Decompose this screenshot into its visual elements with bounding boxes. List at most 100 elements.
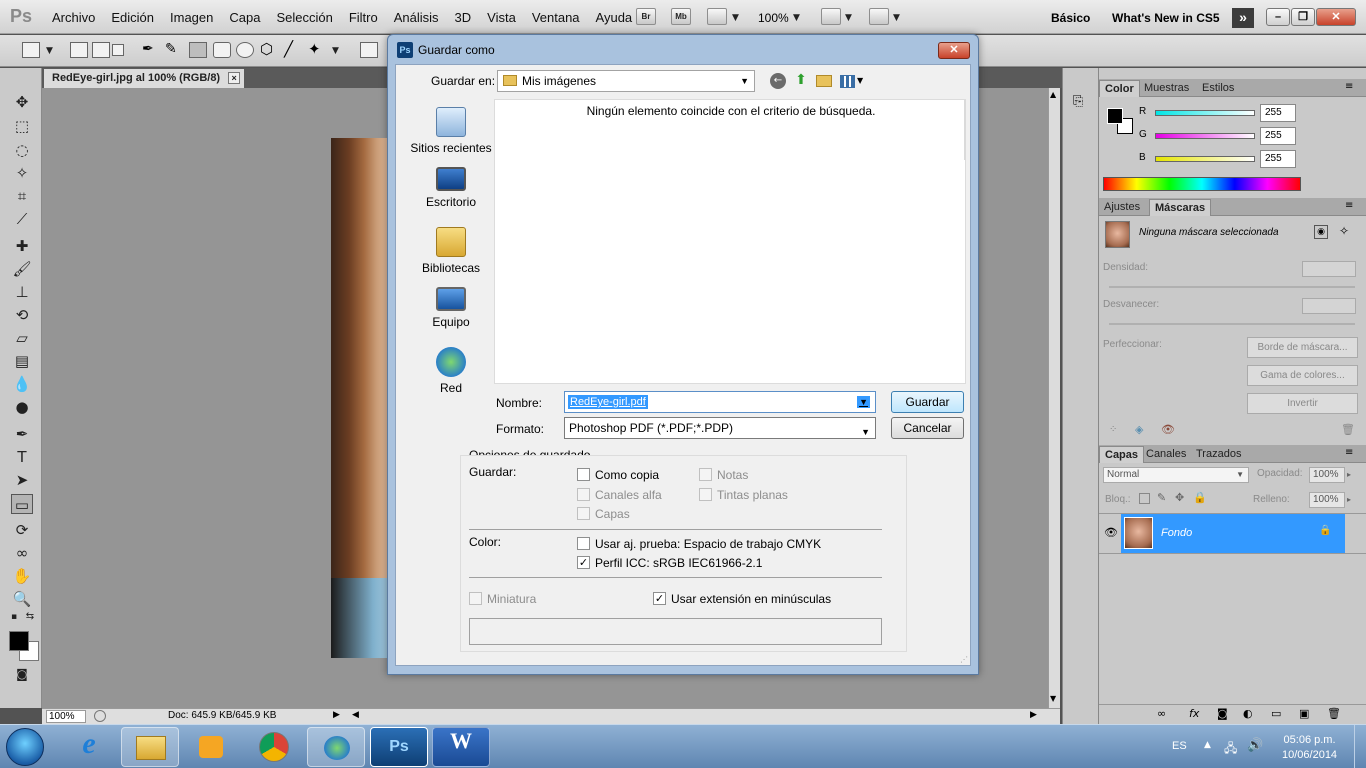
delete-layer-icon[interactable]: 🗑 bbox=[1327, 707, 1341, 720]
status-info-icon[interactable] bbox=[94, 710, 106, 722]
blur-icon[interactable]: 💧 bbox=[11, 374, 33, 394]
close-button[interactable]: ✕ bbox=[1316, 8, 1356, 26]
scroll-down-icon[interactable]: ▼ bbox=[1050, 694, 1056, 703]
channel-r-value[interactable]: 255 bbox=[1260, 104, 1296, 122]
swap-colors-icon[interactable]: ⇆ bbox=[24, 611, 36, 623]
save-in-select[interactable]: Mis imágenes ▼ bbox=[497, 70, 755, 92]
path-selection-icon[interactable]: ➤ bbox=[11, 470, 33, 490]
extras-button[interactable] bbox=[707, 8, 727, 25]
zoom-level-select[interactable]: 100% bbox=[758, 11, 789, 25]
disable-mask-icon[interactable]: 👁 bbox=[1161, 423, 1175, 436]
minimize-button[interactable]: – bbox=[1266, 8, 1290, 26]
chevron-down-icon[interactable]: ▼ bbox=[46, 46, 53, 56]
messenger-taskbar-button[interactable] bbox=[307, 727, 365, 767]
chevron-down-icon[interactable]: ▼ bbox=[732, 13, 739, 23]
tab-trazados[interactable]: Trazados bbox=[1191, 446, 1246, 463]
bridge-button[interactable]: Br bbox=[636, 8, 656, 25]
word-taskbar-button[interactable]: W bbox=[432, 727, 490, 767]
custom-shape-icon[interactable]: ✦ bbox=[308, 42, 326, 58]
media-player-taskbar-button[interactable] bbox=[182, 727, 240, 767]
chevron-down-icon[interactable]: ▼ bbox=[845, 13, 852, 23]
paths-icon[interactable] bbox=[92, 42, 110, 58]
fill-pixels-icon[interactable] bbox=[112, 44, 124, 56]
move-tool-icon[interactable]: ✥ bbox=[11, 92, 33, 112]
network-tray-icon[interactable]: 🖧 bbox=[1224, 739, 1237, 760]
tool-preset-icon[interactable] bbox=[22, 42, 40, 58]
chevron-down-icon[interactable]: ▼ bbox=[793, 13, 800, 23]
eyedropper-icon[interactable]: ⟋ bbox=[11, 209, 33, 229]
system-clock[interactable]: 05:06 p.m. 10/06/2014 bbox=[1282, 733, 1337, 763]
menu-filtro[interactable]: Filtro bbox=[341, 10, 386, 25]
dodge-icon[interactable]: ● bbox=[11, 397, 33, 417]
explorer-taskbar-button[interactable] bbox=[121, 727, 179, 767]
gradient-icon[interactable]: ▤ bbox=[11, 351, 33, 371]
tab-ajustes[interactable]: Ajustes bbox=[1099, 199, 1145, 216]
place-computer[interactable]: Equipo bbox=[403, 287, 499, 329]
channel-r-slider[interactable] bbox=[1155, 110, 1255, 116]
history-panel-icon[interactable]: ⎘ bbox=[1073, 94, 1083, 109]
photoshop-taskbar-button[interactable]: Ps bbox=[370, 727, 428, 767]
quick-selection-icon[interactable]: ✧ bbox=[11, 163, 33, 183]
dialog-close-button[interactable]: ✕ bbox=[938, 42, 970, 59]
new-shape-layer-icon[interactable] bbox=[360, 42, 378, 58]
shape-layers-icon[interactable] bbox=[70, 42, 88, 58]
new-layer-icon[interactable]: ▣ bbox=[1299, 707, 1309, 720]
layer-mask-icon[interactable]: ◙ bbox=[1217, 707, 1228, 720]
apply-mask-icon[interactable]: ◈ bbox=[1135, 423, 1143, 436]
filename-input[interactable]: RedEye-girl.pdf ▼ bbox=[564, 391, 876, 413]
marquee-tool-icon[interactable]: ⬚ bbox=[11, 116, 33, 136]
close-tab-icon[interactable]: × bbox=[228, 72, 241, 84]
tab-mascaras[interactable]: Máscaras bbox=[1149, 199, 1212, 216]
rounded-rectangle-icon[interactable] bbox=[213, 42, 231, 58]
file-list-scrollbar[interactable] bbox=[964, 100, 966, 160]
panel-menu-icon[interactable]: ≡ bbox=[1345, 200, 1353, 211]
tab-color[interactable]: Color bbox=[1099, 80, 1140, 97]
lock-all-icon[interactable]: 🔒 bbox=[1193, 491, 1207, 504]
menu-archivo[interactable]: Archivo bbox=[44, 10, 103, 25]
polygon-icon[interactable]: ⬡ bbox=[260, 42, 278, 58]
up-folder-icon[interactable]: ⬆ bbox=[793, 73, 809, 89]
eraser-icon[interactable]: ▱ bbox=[11, 328, 33, 348]
brush-tool-icon[interactable]: 🖌 bbox=[11, 259, 33, 279]
channel-g-value[interactable]: 255 bbox=[1260, 127, 1296, 145]
invert-button[interactable]: Invertir bbox=[1247, 393, 1358, 414]
channel-b-slider[interactable] bbox=[1155, 156, 1255, 162]
tab-capas[interactable]: Capas bbox=[1099, 446, 1145, 463]
chevron-down-icon[interactable]: ▼ bbox=[332, 46, 339, 56]
hand-tool-icon[interactable]: ✋ bbox=[11, 566, 33, 586]
opacity-arrow-icon[interactable]: ▸ bbox=[1347, 470, 1351, 479]
menu-vista[interactable]: Vista bbox=[479, 10, 524, 25]
3d-orbit-icon[interactable]: ∞ bbox=[11, 543, 33, 563]
show-desktop-button[interactable] bbox=[1354, 725, 1366, 768]
mini-bridge-button[interactable]: Mb bbox=[671, 8, 691, 25]
crop-tool-icon[interactable]: ⌗ bbox=[11, 186, 33, 206]
chevron-down-icon[interactable]: ▼ bbox=[857, 396, 870, 408]
scroll-right-icon[interactable]: ▶ bbox=[1030, 709, 1037, 720]
lock-pixels-icon[interactable]: ✎ bbox=[1157, 491, 1166, 504]
start-button[interactable] bbox=[6, 728, 44, 766]
link-layers-icon[interactable]: ∞ bbox=[1157, 707, 1166, 720]
menu-ventana[interactable]: Ventana bbox=[524, 10, 588, 25]
menu-edicion[interactable]: Edición bbox=[103, 10, 162, 25]
tab-muestras[interactable]: Muestras bbox=[1139, 80, 1194, 97]
document-tab[interactable]: RedEye-girl.jpg al 100% (RGB/8) × bbox=[44, 69, 245, 88]
load-selection-icon[interactable]: ⁘ bbox=[1109, 424, 1117, 435]
menu-3d[interactable]: 3D bbox=[447, 10, 480, 25]
place-network[interactable]: Red bbox=[403, 347, 499, 395]
file-list[interactable]: Ningún elemento coincide con el criterio… bbox=[494, 99, 966, 384]
place-libraries[interactable]: Bibliotecas bbox=[403, 227, 499, 275]
eye-visibility-icon[interactable]: 👁 bbox=[1104, 526, 1118, 539]
volume-tray-icon[interactable]: 🔊 bbox=[1247, 738, 1263, 753]
color-spectrum-bar[interactable] bbox=[1103, 177, 1301, 191]
scroll-up-icon[interactable]: ▲ bbox=[1050, 90, 1056, 99]
save-button[interactable]: Guardar bbox=[891, 391, 964, 413]
healing-brush-icon[interactable]: ✚ bbox=[11, 236, 33, 256]
chrome-taskbar-button[interactable] bbox=[245, 727, 303, 767]
pixel-mask-icon[interactable]: ◉ bbox=[1314, 225, 1328, 239]
freeform-pen-icon[interactable]: ✎ bbox=[165, 42, 183, 58]
opacity-field[interactable]: 100% bbox=[1309, 467, 1345, 483]
panel-menu-icon[interactable]: ≡ bbox=[1345, 81, 1353, 92]
3d-rotate-icon[interactable]: ⟳ bbox=[11, 520, 33, 540]
pen-icon[interactable]: ✒ bbox=[142, 42, 160, 58]
mask-edge-button[interactable]: Borde de máscara... bbox=[1247, 337, 1358, 358]
